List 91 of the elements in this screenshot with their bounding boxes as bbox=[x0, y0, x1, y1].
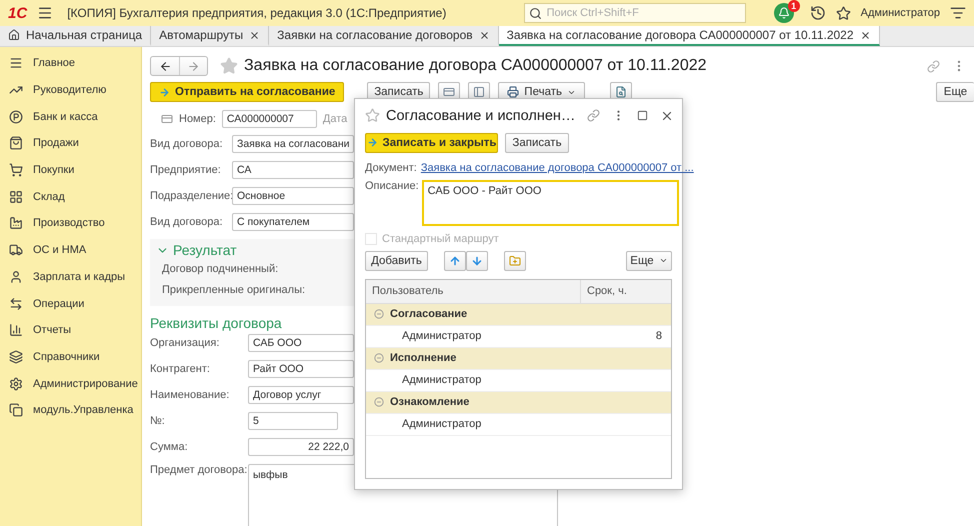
sidebar-label: ОС и НМА bbox=[33, 244, 86, 256]
checkbox-label: Стандартный маршрут bbox=[382, 232, 499, 245]
sidebar-item[interactable]: Продажи bbox=[0, 130, 141, 157]
field-label: Прикрепленные оригиналы: bbox=[161, 282, 306, 298]
field-label: №: bbox=[150, 415, 166, 427]
sidebar-item[interactable]: Справочники bbox=[0, 344, 141, 370]
sidebar-item[interactable]: Операции bbox=[0, 290, 141, 317]
sidebar-item[interactable]: Покупки bbox=[0, 156, 141, 184]
field-label: Сумма: bbox=[150, 441, 189, 453]
field-label: Предмет договора: bbox=[150, 464, 248, 476]
field-label: Подразделение: bbox=[150, 190, 232, 202]
sidebar-label: Отчеты bbox=[33, 324, 72, 336]
tab-label: Заявки на согласование договоров bbox=[277, 28, 473, 42]
sidebar-label: Склад bbox=[33, 190, 65, 203]
more-button[interactable]: Еще bbox=[626, 250, 672, 271]
form-title: Заявка на согласование договора СА000000007 от 10.11.2022 bbox=[244, 57, 707, 75]
sidebar-item[interactable]: Администрирование bbox=[0, 370, 141, 397]
field-label: Наименование: bbox=[150, 389, 230, 401]
input-field[interactable]: Райт ООО bbox=[248, 360, 354, 378]
sidebar-label: Банк и касса bbox=[33, 110, 98, 123]
field-label: Вид договора: bbox=[150, 216, 224, 228]
sidebar-label: Производство bbox=[33, 217, 105, 230]
column-header[interactable]: Срок, ч. bbox=[580, 280, 668, 303]
field-label: Организация: bbox=[150, 337, 220, 349]
input-field[interactable]: Договор услуг bbox=[248, 386, 354, 404]
document-link[interactable]: Заявка на согласование договора СА000000007 от ... bbox=[420, 162, 694, 174]
tab-label: Заявка на согласование договора СА000000007 от 10.11.2022 bbox=[506, 28, 854, 42]
app-logo[interactable]: 1С bbox=[8, 4, 28, 22]
save-close-button[interactable]: Записать и закрыть bbox=[365, 132, 498, 153]
sidebar-label: Продажи bbox=[33, 137, 79, 150]
tab-label: Автомаршруты bbox=[159, 28, 244, 42]
more-button[interactable]: Еще bbox=[936, 82, 974, 102]
group-row[interactable]: Согласование bbox=[366, 304, 671, 326]
input-field[interactable]: 5 bbox=[248, 412, 338, 430]
sidebar-label: Руководителю bbox=[33, 84, 106, 96]
sidebar-label: модуль.Управленка bbox=[33, 404, 134, 416]
input-field[interactable]: Заявка на согласовани bbox=[232, 135, 354, 153]
tab-label: Начальная страница bbox=[26, 28, 142, 42]
input-field[interactable]: С покупателем bbox=[232, 213, 354, 231]
send-button[interactable]: Отправить на согласование bbox=[150, 82, 344, 102]
group-row[interactable]: Исполнение bbox=[366, 348, 671, 370]
field-label: Дата bbox=[322, 113, 348, 125]
dialog-title: Согласование и исполнен… bbox=[386, 108, 576, 124]
section-title: Реквизиты договора bbox=[150, 315, 282, 331]
sidebar-item[interactable]: Банк и касса bbox=[0, 103, 141, 130]
notification-count: 1 bbox=[788, 0, 800, 12]
tab[interactable]: Автомаршруты bbox=[151, 26, 270, 46]
save-button[interactable]: Записать bbox=[505, 132, 569, 153]
input-field[interactable]: Основное bbox=[232, 187, 354, 205]
sidebar-item[interactable]: Главное bbox=[0, 50, 141, 77]
sidebar-item[interactable]: модуль.Управленка bbox=[0, 396, 141, 424]
window-title: [КОПИЯ] Бухгалтерия предприятия, редакция 3.0 (1С:Предприятие) bbox=[67, 6, 446, 20]
sidebar-label: Главное bbox=[33, 57, 76, 70]
input-field[interactable]: САБ ООО bbox=[248, 334, 354, 352]
field-label: Вид договора: bbox=[150, 138, 224, 150]
field-label: Номер: bbox=[179, 113, 216, 125]
group-label: Согласование bbox=[390, 308, 468, 320]
input-field[interactable]: 22 222,0 bbox=[248, 438, 354, 456]
search-field[interactable]: Поиск Ctrl+Shift+F bbox=[524, 3, 746, 23]
user-name[interactable]: Администратор bbox=[860, 7, 940, 19]
sidebar-item[interactable]: Руководителю bbox=[0, 76, 141, 104]
column-header[interactable]: Пользователь bbox=[366, 280, 580, 303]
table-cell: Администратор bbox=[402, 330, 482, 342]
sidebar-item[interactable]: Склад bbox=[0, 183, 141, 210]
tab[interactable]: Начальная страница bbox=[0, 26, 152, 46]
field-label: Договор подчиненный: bbox=[161, 262, 280, 276]
input-field[interactable]: СА bbox=[232, 161, 354, 179]
sidebar-label: Покупки bbox=[33, 164, 74, 176]
table-cell: Администратор bbox=[402, 374, 482, 386]
group-label: Ознакомление bbox=[390, 396, 470, 408]
sidebar-item[interactable]: Производство bbox=[0, 210, 141, 237]
table-cell: 8 bbox=[656, 330, 662, 342]
field-label: Контрагент: bbox=[150, 363, 211, 375]
sidebar-label: Зарплата и кадры bbox=[33, 270, 126, 283]
tab[interactable]: Заявка на согласование договора СА000000007 от 10.11.2022 bbox=[498, 26, 880, 46]
add-button[interactable]: Добавить bbox=[365, 250, 428, 271]
group-title: Результат bbox=[173, 242, 237, 258]
field-label: Предприятие: bbox=[150, 164, 222, 176]
sidebar-item[interactable]: ОС и НМА bbox=[0, 236, 141, 264]
field-label: Описание: bbox=[365, 180, 419, 192]
sidebar-label: Справочники bbox=[33, 350, 100, 363]
sidebar-label: Операции bbox=[33, 298, 84, 310]
field-label: Документ: bbox=[365, 162, 417, 174]
description-field[interactable]: САБ ООО - Райт ООО bbox=[422, 180, 679, 226]
sidebar-item[interactable]: Отчеты bbox=[0, 316, 141, 344]
table-cell: Администратор bbox=[402, 418, 482, 430]
group-row[interactable]: Ознакомление bbox=[366, 392, 671, 414]
group-label: Исполнение bbox=[390, 352, 456, 364]
input-field[interactable]: СА000000007 bbox=[222, 110, 317, 128]
sidebar-item[interactable]: Зарплата и кадры bbox=[0, 264, 141, 290]
sidebar-label: Администрирование bbox=[33, 378, 138, 390]
